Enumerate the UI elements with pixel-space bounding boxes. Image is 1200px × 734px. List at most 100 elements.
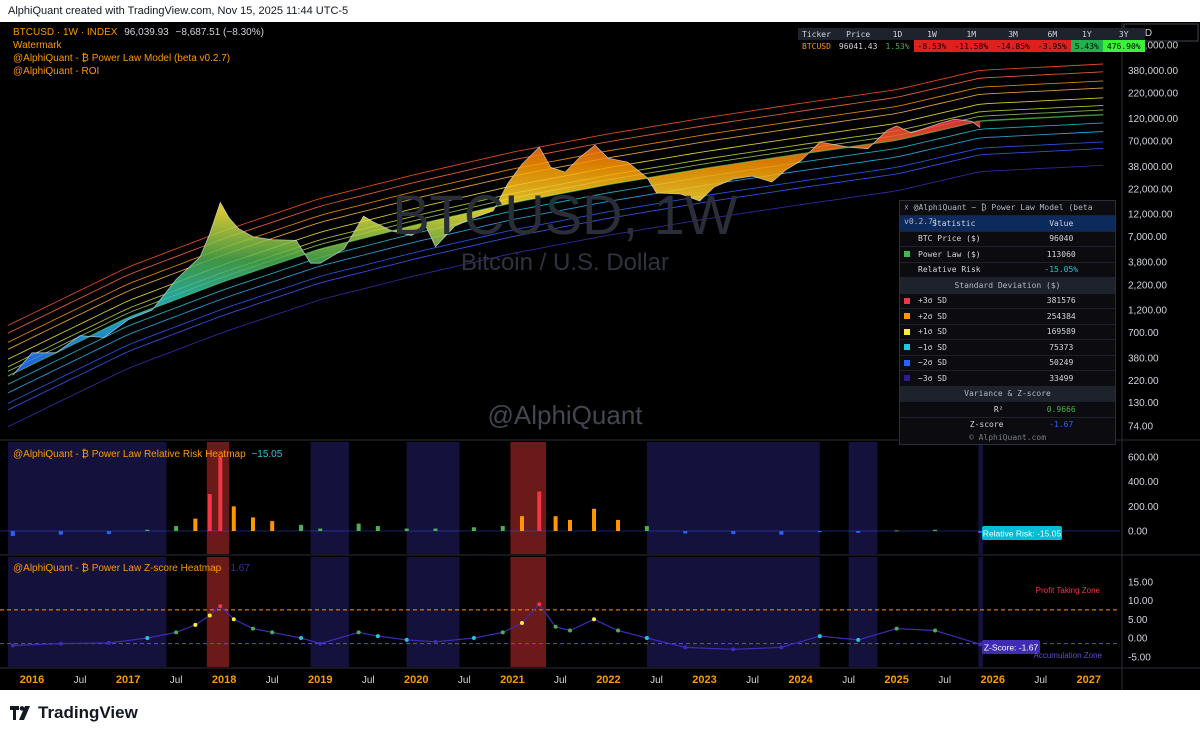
chart-area[interactable]: BTCUSD, 1W Bitcoin / U.S. Dollar @AlphiQ… <box>0 22 1200 690</box>
relative-risk-tag-text: Relative Risk: -15.05 <box>983 529 1062 539</box>
legend-change: −8,687.51 (−8.30%) <box>175 27 264 38</box>
time-axis-label: 2023 <box>692 674 716 686</box>
pane2-legend[interactable]: @AlphiQuant - ₿ Power Law Relative Risk … <box>13 448 282 461</box>
performance-table: Ticker Price 1D 1W 1M 3M 6M 1Y 3Y BTCUSD 96041.43… <box>798 28 1145 52</box>
performance-table-col-header: 1M <box>950 28 993 40</box>
z-axis-tick-label: 10.00 <box>1128 596 1153 607</box>
rr-bar <box>933 529 938 531</box>
rr-bar <box>500 526 505 531</box>
zscore-point <box>207 613 212 618</box>
profit-taking-zone-label: Profit Taking Zone <box>1036 586 1101 595</box>
rr-axis-tick-label: 200.00 <box>1128 502 1159 513</box>
stats-row-value: 75373 <box>1007 339 1115 355</box>
time-axis-label: Jul <box>74 675 87 686</box>
stats-col-value: Value <box>1007 215 1115 231</box>
performance-table-cell: -8.53% <box>913 40 951 52</box>
time-axis-label: Jul <box>1034 675 1047 686</box>
stats-r2-label: R² <box>900 401 1008 417</box>
stats-row: +1σ SD 169589 <box>900 323 1115 340</box>
time-axis-label: 2025 <box>884 674 908 686</box>
zscore-point <box>731 647 736 652</box>
tradingview-logo[interactable]: TradingView <box>10 703 138 723</box>
zscore-point <box>683 645 688 650</box>
zscore-point <box>933 628 938 633</box>
rr-bar <box>106 531 111 535</box>
performance-table-col-header: 6M <box>1033 28 1071 40</box>
zscore-point <box>779 645 784 650</box>
zscore-point <box>433 639 438 644</box>
time-axis-label: 2021 <box>500 674 524 686</box>
zscore-point <box>592 617 597 622</box>
performance-table-col-header: 1Y <box>1070 28 1103 40</box>
relative-risk-tag: Relative Risk: -15.05 <box>982 526 1062 540</box>
time-axis-label: Jul <box>266 675 279 686</box>
stats-variance-header: Variance & Z-score <box>900 385 1115 402</box>
time-axis-label: 2020 <box>404 674 428 686</box>
main-legend[interactable]: BTCUSD · 1W · INDEX 96,039.93 −8,687.51 … <box>13 26 264 78</box>
rr-bar <box>375 526 380 531</box>
performance-table-col-header: 3Y <box>1102 28 1145 40</box>
footer-bar <box>0 690 1200 734</box>
stats-swatch <box>904 313 910 320</box>
rr-bar <box>644 526 649 531</box>
rr-bar <box>592 508 597 531</box>
zscore-point <box>616 628 621 633</box>
legend-watermark-indicator[interactable]: Watermark <box>13 39 264 52</box>
price-axis-tick-label: 120,000.00 <box>1128 114 1178 125</box>
heatmap-cool-band <box>406 442 460 554</box>
watermark-description: Bitcoin / U.S. Dollar <box>461 249 669 276</box>
stats-footer: © AlphiQuant.com <box>968 433 1047 442</box>
zscore-point <box>894 626 899 631</box>
rr-bar <box>894 530 899 532</box>
performance-table-row: BTCUSD 96041.43 1.53% -8.53% -11.58% -14.85% -… <box>798 40 1145 52</box>
heatmap-cool-band <box>848 442 878 554</box>
stats-row: +3σ SD 381576 <box>900 292 1115 309</box>
time-axis-label: 2026 <box>980 674 1004 686</box>
stats-swatch <box>904 297 910 304</box>
zscore-point <box>404 637 409 642</box>
stats-row: BTC Price ($) 96040 <box>900 230 1115 247</box>
power-law-stats-table: ☓ @AlphiQuant − ₿ Power Law Model (beta … <box>899 200 1116 445</box>
performance-table-cell: 96041.43 <box>834 40 882 52</box>
stats-row-value: 381576 <box>1007 292 1115 309</box>
time-axis-label: 2027 <box>1077 674 1101 686</box>
zscore-tag-text: Z-Score: -1.67 <box>984 643 1039 653</box>
rr-axis-tick-label: 0.00 <box>1128 527 1148 538</box>
heatmap-cool-band <box>310 442 350 554</box>
stats-row-label: −1σ SD <box>900 339 1008 355</box>
stats-row-value: 50249 <box>1007 354 1115 371</box>
rr-bar <box>433 528 438 531</box>
price-axis-tick-label: 380,000.00 <box>1128 66 1178 77</box>
accumulation-zone-label: Accumulation Zone <box>1034 651 1103 660</box>
legend-roi-indicator[interactable]: @AlphiQuant - ROI <box>13 65 264 78</box>
rr-bar <box>817 531 822 533</box>
legend-power-law-indicator[interactable]: @AlphiQuant - ₿ Power Law Model (beta v0… <box>13 52 264 65</box>
tradingview-logo-icon <box>10 706 30 720</box>
rr-bar <box>404 528 409 531</box>
rr-bar <box>731 531 736 535</box>
rr-bar <box>318 528 323 531</box>
symbol-line[interactable]: BTCUSD · 1W · INDEX <box>13 27 117 38</box>
stats-variance-section: Variance & Z-score <box>900 385 1115 402</box>
zscore-point <box>856 637 861 642</box>
stats-table-title[interactable]: ☓ @AlphiQuant − ₿ Power Law Model (beta … <box>900 201 1115 226</box>
heatmap-cool-band <box>646 442 820 554</box>
rr-bar <box>58 531 63 535</box>
performance-table-cell: -11.58% <box>950 40 993 52</box>
pane3-title[interactable]: @AlphiQuant - ₿ Power Law Z-score Heatma… <box>13 563 221 574</box>
stats-row-label: +3σ SD <box>900 292 1008 309</box>
rr-bar <box>683 531 688 534</box>
stats-row: Relative Risk -15.05% <box>900 261 1115 278</box>
rr-bar <box>568 519 573 531</box>
time-axis-label: Jul <box>650 675 663 686</box>
zscore-point <box>193 622 198 627</box>
zscore-point <box>471 636 476 640</box>
stats-row: Power Law ($) 113060 <box>900 246 1115 262</box>
performance-table-col-header: 1D <box>881 28 914 40</box>
heatmap-hot-band <box>510 557 546 667</box>
performance-table-cell: -3.95% <box>1033 40 1071 52</box>
pane2-title[interactable]: @AlphiQuant - ₿ Power Law Relative Risk … <box>13 449 246 460</box>
pane3-legend[interactable]: @AlphiQuant - ₿ Power Law Z-score Heatma… <box>13 562 250 575</box>
zscore-point <box>299 636 304 640</box>
z-axis-tick-label: 5.00 <box>1128 615 1148 626</box>
